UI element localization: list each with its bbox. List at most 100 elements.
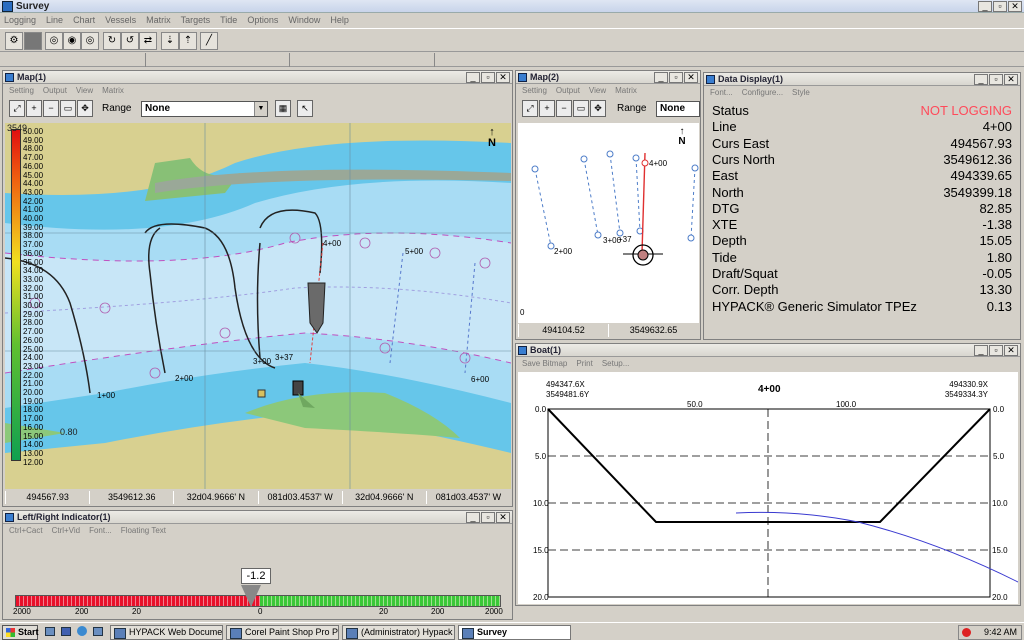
task-survey[interactable]: Survey — [458, 625, 571, 640]
lr-menu-font[interactable]: Font... — [89, 525, 112, 537]
zoom-extents-icon[interactable]: ⤢ — [9, 100, 25, 117]
map1-range-select[interactable]: None ▼ — [141, 101, 268, 117]
map2-range-select[interactable]: None — [656, 101, 700, 117]
map2-menu-matrix[interactable]: Matrix — [615, 85, 637, 97]
line-prev-icon[interactable]: ↺ — [121, 32, 139, 50]
menu-tide[interactable]: Tide — [220, 13, 237, 27]
north-arrow-icon: ↑ N — [488, 126, 496, 149]
zoom-window-icon[interactable]: ▭ — [573, 100, 589, 117]
folder-icon[interactable] — [93, 627, 103, 636]
boat-menu-setup[interactable]: Setup... — [602, 358, 630, 370]
menu-matrix[interactable]: Matrix — [146, 13, 171, 27]
lr-menu-paste[interactable]: Ctrl+Vid — [52, 525, 81, 537]
map2-chart-svg — [531, 150, 699, 266]
map1-line-label: 5+00 — [405, 247, 424, 256]
map1-menu-output[interactable]: Output — [43, 85, 67, 97]
data-row: North 3549399.18 — [712, 185, 1012, 201]
menu-help[interactable]: Help — [330, 13, 349, 27]
task-hypack-admin[interactable]: (Administrator) Hypack - ... — [342, 625, 455, 640]
line-next-icon[interactable]: ↻ — [103, 32, 121, 50]
boat-menu-print[interactable]: Print — [576, 358, 592, 370]
start-button[interactable]: Start — [2, 625, 39, 640]
menu-line[interactable]: Line — [46, 13, 63, 27]
depth-scale-label: 47.00 — [23, 153, 44, 163]
draw-tool-icon[interactable]: ╱ — [200, 32, 218, 50]
lr-menu-floating-text[interactable]: Floating Text — [121, 525, 166, 537]
mark-up-icon[interactable]: ⇡ — [179, 32, 197, 50]
boat-close-button[interactable]: ✕ — [1004, 345, 1018, 356]
zoom-out-icon[interactable]: − — [43, 100, 59, 117]
map2-menu-output[interactable]: Output — [556, 85, 580, 97]
lr-close-button[interactable]: ✕ — [496, 512, 510, 523]
pan-icon[interactable]: ✥ — [590, 100, 606, 117]
map2-minimize-button[interactable]: _ — [654, 72, 668, 83]
map2-range-label: Range — [617, 103, 647, 114]
boat-minimize-button[interactable]: _ — [974, 345, 988, 356]
menu-targets[interactable]: Targets — [181, 13, 211, 27]
boat-profile-canvas[interactable]: 494347.6X 3549481.6Y 494330.9X 3549334.3… — [518, 372, 1018, 604]
circle-target-icon[interactable]: ◉ — [63, 32, 81, 50]
antivirus-icon[interactable] — [962, 628, 971, 637]
zoom-out-icon[interactable]: − — [556, 100, 572, 117]
map2-close-button[interactable]: ✕ — [684, 72, 698, 83]
pointer-tool-icon[interactable]: ↖ — [297, 100, 313, 117]
map2-maximize-button[interactable]: ▫ — [669, 72, 683, 83]
boat-menu-save[interactable]: Save Bitmap — [522, 358, 567, 370]
zoom-in-icon[interactable]: + — [26, 100, 42, 117]
menu-window[interactable]: Window — [288, 13, 320, 27]
menu-chart[interactable]: Chart — [73, 13, 95, 27]
map1-window: Map(1) _ ▫ ✕ Setting Output View Matrix … — [2, 70, 513, 507]
lr-minimize-button[interactable]: _ — [466, 512, 480, 523]
map1-close-button[interactable]: ✕ — [496, 72, 510, 83]
ring-target-icon[interactable]: ◎ — [81, 32, 99, 50]
map-settings-icon[interactable]: ▦ — [275, 100, 291, 117]
map1-line-label: 1+00 — [97, 391, 116, 400]
app-menubar: Logging Line Chart Vessels Matrix Target… — [0, 13, 1024, 27]
depth-scale-label: 34.00 — [23, 266, 44, 276]
record-tool-icon[interactable] — [24, 32, 42, 50]
pan-icon[interactable]: ✥ — [77, 100, 93, 117]
task-hypack-web[interactable]: HYPACK Web Document... — [110, 625, 223, 640]
close-button[interactable]: ✕ — [1008, 1, 1022, 12]
menu-logging[interactable]: Logging — [4, 13, 36, 27]
map2-canvas[interactable]: ↑ N 4+00 3+00 +37 2+00 0 — [518, 123, 699, 323]
zoom-extents-icon[interactable]: ⤢ — [522, 100, 538, 117]
map1-minimize-button[interactable]: _ — [466, 72, 480, 83]
map1-menu-setting[interactable]: Setting — [9, 85, 34, 97]
zoom-window-icon[interactable]: ▭ — [60, 100, 76, 117]
browser-icon[interactable] — [77, 626, 87, 636]
menu-vessels[interactable]: Vessels — [105, 13, 136, 27]
menu-options[interactable]: Options — [247, 13, 278, 27]
data-maximize-button[interactable]: ▫ — [989, 74, 1003, 85]
lr-menu-copy[interactable]: Ctrl+Cact — [9, 525, 43, 537]
data-menu-font[interactable]: Font... — [710, 87, 733, 99]
map1-menu-view[interactable]: View — [76, 85, 93, 97]
config-tool-icon[interactable]: ⚙ — [5, 32, 23, 50]
mark-down-icon[interactable]: ⇣ — [161, 32, 179, 50]
data-row-value: 4+00 — [982, 119, 1012, 135]
map2-menu-view[interactable]: View — [589, 85, 606, 97]
lr-maximize-button[interactable]: ▫ — [481, 512, 495, 523]
status-row — [0, 53, 1024, 67]
data-menu-configure[interactable]: Configure... — [742, 87, 783, 99]
map2-cursor-north: 3549632.65 — [608, 324, 698, 337]
minimize-button[interactable]: _ — [978, 1, 992, 12]
mail-icon[interactable] — [61, 627, 71, 636]
data-menu-style[interactable]: Style — [792, 87, 810, 99]
desktop-icon[interactable] — [45, 627, 55, 636]
lr-scale-label: 20 — [132, 607, 141, 616]
maximize-button[interactable]: ▫ — [993, 1, 1007, 12]
depth-scale-label: 24.00 — [23, 353, 44, 363]
boat-maximize-button[interactable]: ▫ — [989, 345, 1003, 356]
data-close-button[interactable]: ✕ — [1004, 74, 1018, 85]
map1-maximize-button[interactable]: ▫ — [481, 72, 495, 83]
task-paint-shop[interactable]: Corel Paint Shop Pro Phot... — [226, 625, 339, 640]
zoom-in-icon[interactable]: + — [539, 100, 555, 117]
data-minimize-button[interactable]: _ — [974, 74, 988, 85]
map1-canvas[interactable]: ↑ N 4+00 5+00 3+37 3+00 2+00 1+00 6+00 50… — [5, 123, 511, 489]
map2-menu-setting[interactable]: Setting — [522, 85, 547, 97]
line-reverse-icon[interactable]: ⇄ — [139, 32, 157, 50]
depth-scale-label: 29.00 — [23, 309, 44, 319]
map1-menu-matrix[interactable]: Matrix — [102, 85, 124, 97]
target-tool-icon[interactable]: ◎ — [45, 32, 63, 50]
